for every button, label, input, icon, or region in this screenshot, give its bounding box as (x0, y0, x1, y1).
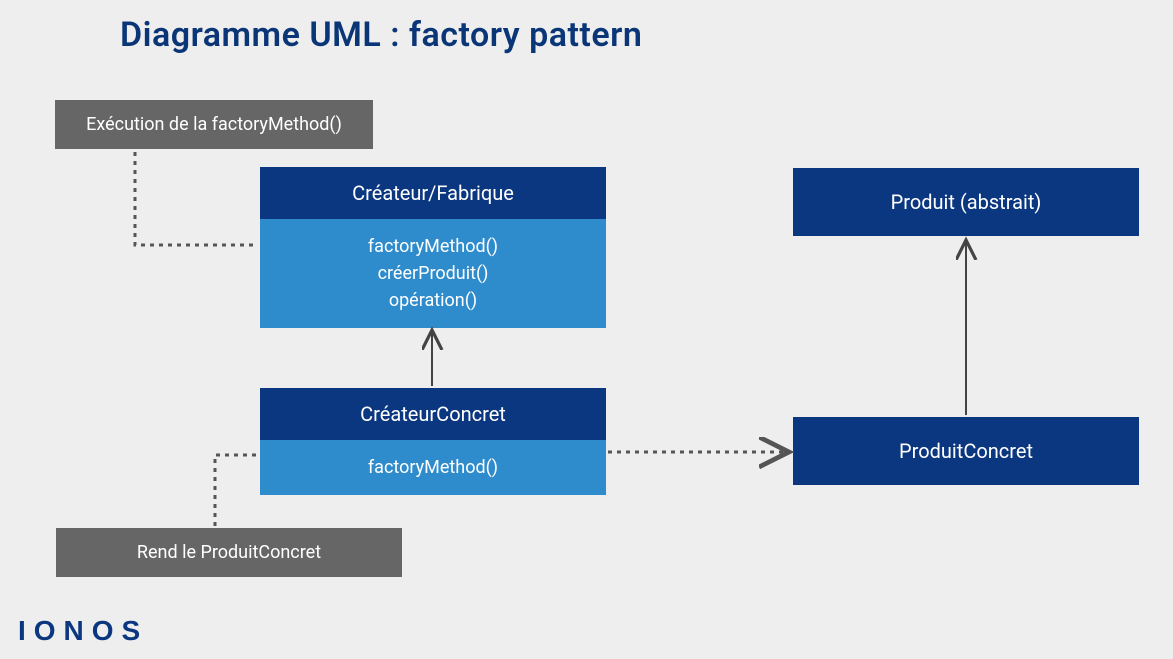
uml-creator-name: Créateur/Fabrique (260, 167, 606, 219)
note-returns-text: Rend le ProduitConcret (137, 542, 321, 563)
uml-class-product: Produit (abstrait) (793, 168, 1139, 236)
note-execution-text: Exécution de la factoryMethod() (86, 114, 342, 135)
note-returns: Rend le ProduitConcret (56, 528, 402, 577)
uml-concrete-creator-name: CréateurConcret (260, 388, 606, 440)
uml-concrete-creator-methods: factoryMethod() (260, 440, 606, 495)
diagram-title: Diagramme UML : factory pattern (120, 15, 642, 55)
ionos-logo: IONOS (18, 615, 148, 647)
uml-class-concrete-creator: CréateurConcret factoryMethod() (260, 388, 606, 495)
uml-creator-methods: factoryMethod() créerProduit() opération… (260, 219, 606, 328)
connector-note2-to-concrete-creator (215, 455, 258, 526)
connector-note1-to-creator (135, 152, 258, 245)
uml-product-name: Produit (abstrait) (793, 168, 1139, 236)
note-execution: Exécution de la factoryMethod() (55, 100, 373, 149)
uml-class-concrete-product: ProduitConcret (793, 417, 1139, 485)
uml-concrete-product-name: ProduitConcret (793, 417, 1139, 485)
uml-class-creator: Créateur/Fabrique factoryMethod() créerP… (260, 167, 606, 328)
